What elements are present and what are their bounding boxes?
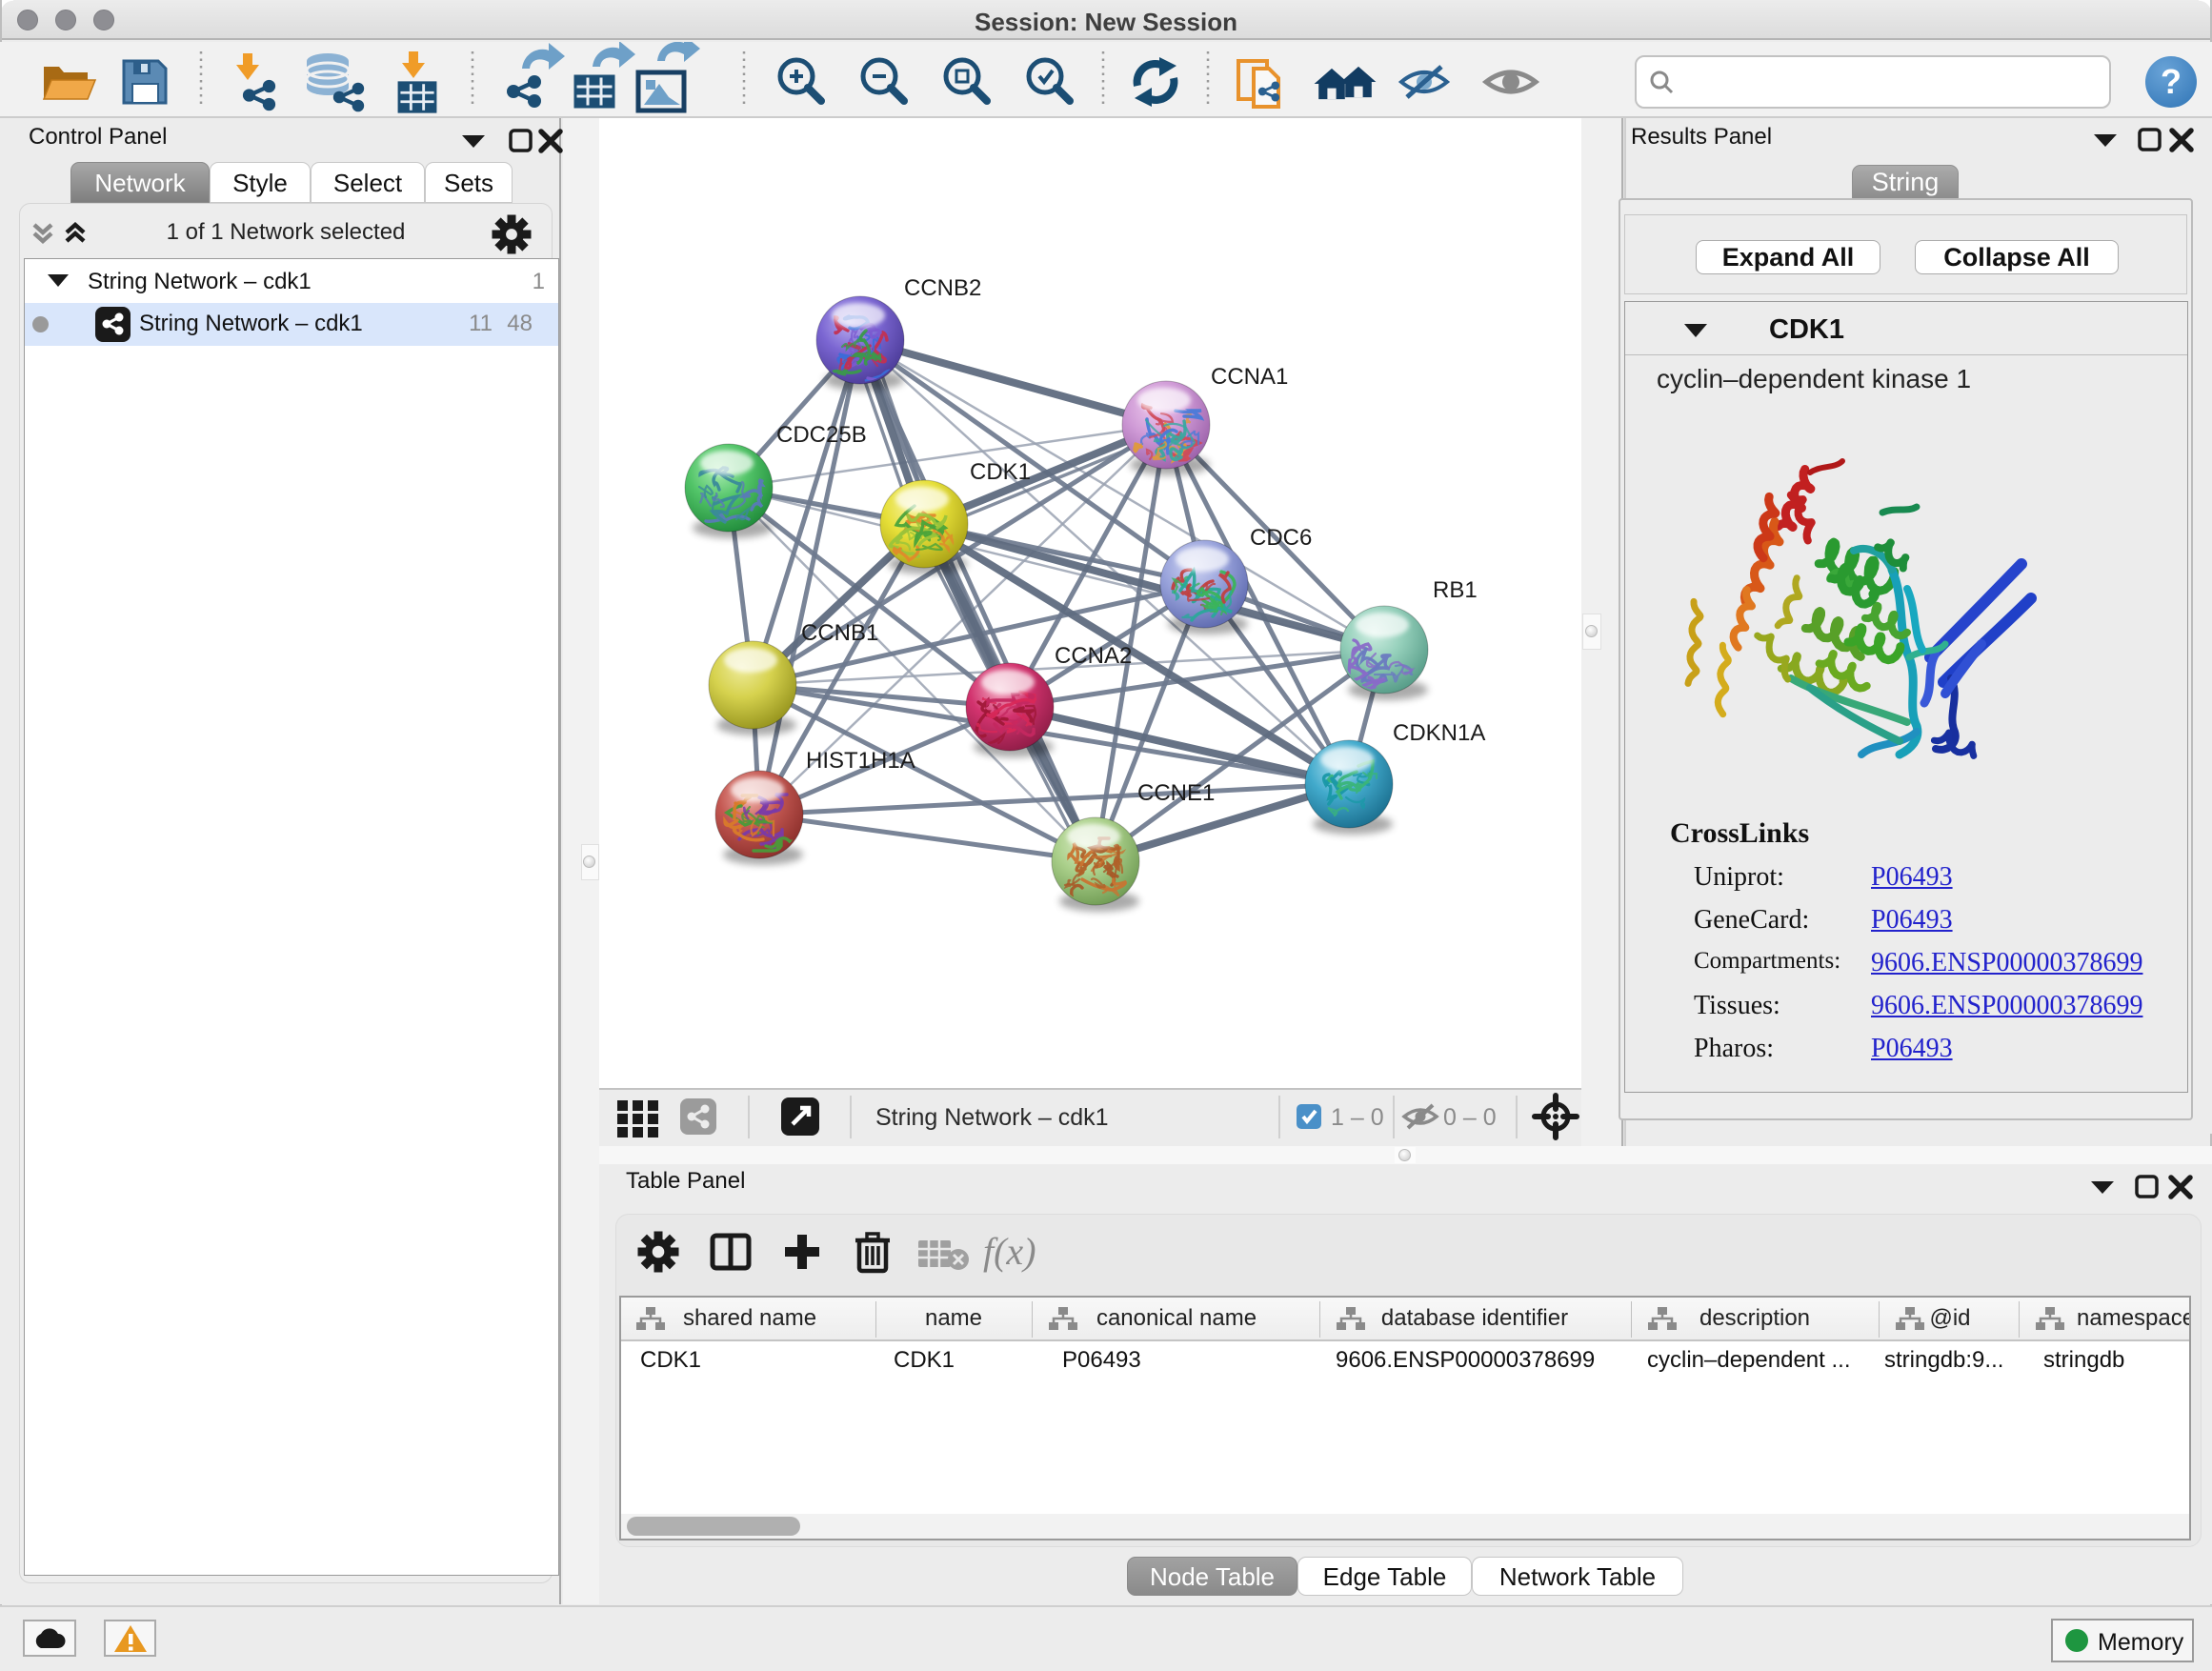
svg-text:HIST1H1A: HIST1H1A	[806, 748, 915, 774]
svg-text:CDK1: CDK1	[970, 459, 1031, 485]
svg-text:CCNA1: CCNA1	[1211, 364, 1288, 390]
svg-text:CCNB1: CCNB1	[801, 620, 878, 646]
svg-text:RB1: RB1	[1433, 577, 1478, 603]
svg-text:1 – 0: 1 – 0	[1331, 1104, 1384, 1131]
svg-text:0 – 0: 0 – 0	[1443, 1104, 1497, 1131]
svg-text:String Network – cdk1: String Network – cdk1	[875, 1104, 1109, 1131]
svg-text:CCNB2: CCNB2	[904, 275, 981, 301]
svg-text:CDKN1A: CDKN1A	[1393, 720, 1485, 746]
svg-text:CDC25B: CDC25B	[776, 422, 867, 448]
svg-text:CCNA2: CCNA2	[1055, 643, 1132, 669]
svg-text:CCNE1: CCNE1	[1137, 780, 1215, 806]
svg-text:CDC6: CDC6	[1250, 525, 1312, 551]
